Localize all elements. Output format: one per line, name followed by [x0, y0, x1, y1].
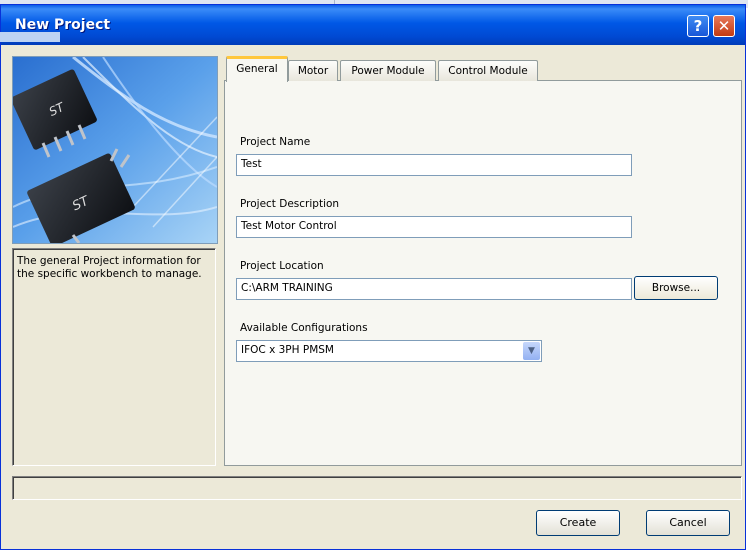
help-button[interactable]: ?	[687, 15, 709, 37]
project-description-value: Test Motor Control	[241, 220, 337, 232]
project-location-label: Project Location	[240, 260, 324, 272]
tab-label: Control Module	[448, 65, 528, 77]
tab-control-module[interactable]: Control Module	[438, 60, 538, 81]
browse-label: Browse...	[651, 282, 701, 294]
close-button[interactable]: ✕	[713, 15, 735, 37]
tab-power-module[interactable]: Power Module	[340, 60, 436, 81]
project-location-input[interactable]: C:\ARM TRAINING	[236, 278, 632, 300]
tab-label: Motor	[297, 65, 329, 77]
configuration-value: IFOC x 3PH PMSM	[241, 344, 334, 356]
create-button[interactable]: Create	[536, 510, 620, 536]
tab-motor[interactable]: Motor	[288, 60, 338, 81]
available-configurations-label: Available Configurations	[240, 322, 368, 334]
project-name-value: Test	[241, 158, 262, 170]
title-decoration	[0, 32, 60, 42]
help-icon: ?	[693, 17, 703, 35]
cancel-button[interactable]: Cancel	[646, 510, 730, 536]
project-description-input[interactable]: Test Motor Control	[236, 216, 632, 238]
project-name-label: Project Name	[240, 136, 311, 148]
create-label: Create	[559, 516, 597, 529]
title-bar[interactable]: New Project ? ✕	[1, 5, 745, 45]
browse-button[interactable]: Browse...	[634, 276, 718, 300]
status-bar	[12, 476, 742, 500]
close-icon: ✕	[717, 17, 731, 35]
project-name-input[interactable]: Test	[236, 154, 632, 176]
project-location-value: C:\ARM TRAINING	[241, 282, 333, 294]
tab-label: Power Module	[351, 65, 425, 77]
cancel-label: Cancel	[669, 516, 707, 529]
project-description-label: Project Description	[240, 198, 340, 210]
chevron-down-icon[interactable]: ▼	[523, 342, 540, 360]
tab-general[interactable]: General	[226, 56, 288, 82]
chip-illustration: ST ST	[12, 56, 218, 244]
microcontroller-image: ST ST	[13, 57, 217, 243]
description-panel: The general Project information for the …	[12, 248, 216, 466]
description-text: The general Project information for the …	[17, 255, 202, 280]
window-title: New Project	[15, 17, 111, 33]
tab-label: General	[236, 63, 278, 75]
configurations-dropdown[interactable]: IFOC x 3PH PMSM ▼	[236, 340, 542, 362]
